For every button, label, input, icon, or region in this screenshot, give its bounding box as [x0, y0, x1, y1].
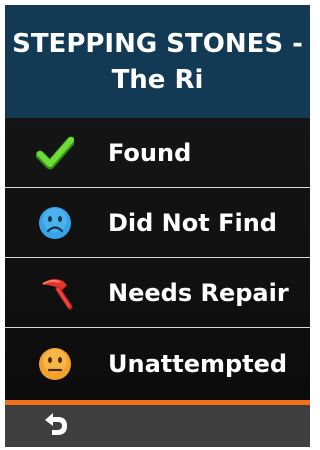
option-label: Unattempted	[108, 350, 288, 378]
device-screen: STEPPING STONES - The Ri Found Did Not F…	[5, 5, 310, 447]
sad-face-icon	[36, 204, 74, 242]
neutral-face-icon	[36, 345, 74, 383]
page-title: STEPPING STONES - The Ri	[12, 28, 303, 95]
checkmark-icon	[36, 134, 74, 172]
log-options-list: Found Did Not Find Needs Repair Unattemp…	[5, 118, 310, 400]
option-label: Needs Repair	[108, 278, 289, 307]
option-unattempted[interactable]: Unattempted	[5, 328, 310, 400]
option-did-not-find[interactable]: Did Not Find	[5, 188, 310, 258]
back-button[interactable]	[39, 411, 73, 441]
option-label: Did Not Find	[108, 208, 277, 237]
footer-bar	[5, 405, 310, 447]
hammer-icon	[36, 274, 74, 312]
option-found[interactable]: Found	[5, 118, 310, 188]
option-label: Found	[108, 138, 192, 167]
page-header: STEPPING STONES - The Ri	[5, 5, 310, 118]
option-needs-repair[interactable]: Needs Repair	[5, 258, 310, 328]
back-arrow-icon	[42, 411, 70, 441]
